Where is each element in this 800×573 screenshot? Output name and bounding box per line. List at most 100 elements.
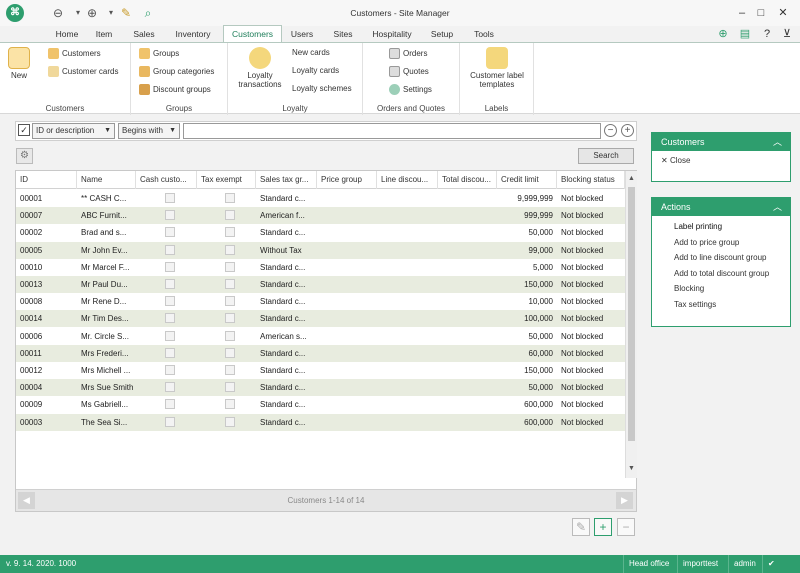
column-header[interactable]: Name (77, 171, 136, 189)
row-checkbox[interactable] (225, 399, 235, 410)
close-action[interactable]: ✕ Close (652, 153, 790, 169)
column-header[interactable]: Blocking status (557, 171, 625, 189)
customers-button[interactable]: Customers (48, 48, 101, 59)
row-checkbox[interactable] (225, 365, 235, 375)
row-checkbox[interactable] (225, 261, 235, 272)
action-add-total-discount-group[interactable]: Add to total discount group (652, 266, 790, 282)
row-checkbox[interactable] (165, 210, 175, 221)
row-checkbox[interactable] (165, 399, 175, 410)
filter-input[interactable] (183, 123, 601, 139)
delete-button[interactable]: − (617, 518, 635, 536)
row-checkbox[interactable] (165, 365, 175, 375)
action-label-printing[interactable]: Label printing (652, 219, 790, 235)
row-checkbox[interactable] (165, 193, 175, 203)
discount-groups-button[interactable]: Discount groups (139, 84, 211, 95)
row-checkbox[interactable] (225, 382, 235, 393)
customer-cards-button[interactable]: Customer cards (48, 66, 118, 77)
row-checkbox[interactable] (165, 416, 175, 427)
row-checkbox[interactable] (165, 244, 175, 255)
orders-button[interactable]: Orders (389, 48, 427, 59)
add-button[interactable]: + (594, 518, 612, 536)
table-row[interactable]: 00007 ABC Furnit... American f... 999,999 No… (16, 207, 625, 225)
maximize-button[interactable]: □ (753, 5, 769, 21)
close-button[interactable]: ✕ (775, 5, 791, 21)
collapse-chevron-icon[interactable]: ︿ (773, 198, 782, 216)
column-header[interactable]: Line discou... (377, 171, 438, 189)
tab-sales[interactable]: Sales (127, 26, 161, 42)
tab-customers[interactable]: Customers (223, 25, 282, 43)
loyalty-schemes-button[interactable]: Loyalty schemes (292, 84, 352, 93)
column-header[interactable]: Sales tax gr... (256, 171, 317, 189)
column-header[interactable]: Tax exempt (197, 171, 256, 189)
column-header[interactable]: ID (16, 171, 77, 189)
pin-icon[interactable]: ⊻ (779, 26, 795, 42)
row-checkbox[interactable] (225, 227, 235, 238)
row-checkbox[interactable] (225, 210, 235, 221)
row-checkbox[interactable] (165, 227, 175, 238)
column-header[interactable]: Price group (317, 171, 377, 189)
table-row[interactable]: 00006 Mr. Circle S... American s... 50,000 N… (16, 328, 625, 345)
row-checkbox[interactable] (225, 193, 235, 203)
edit-button[interactable]: ✎ (572, 518, 590, 536)
tab-home[interactable]: Home (52, 26, 82, 42)
previous-page-icon[interactable]: ◀ (18, 492, 35, 509)
row-checkbox[interactable] (165, 347, 175, 358)
quotes-button[interactable]: Quotes (389, 66, 429, 77)
table-row[interactable]: 00009 Ms Gabriell... Standard c... 600,000 N… (16, 396, 625, 413)
scroll-up-icon[interactable]: ▲ (626, 173, 637, 185)
column-header[interactable]: Total discou... (438, 171, 497, 189)
database-icon[interactable]: ▤ (737, 26, 753, 42)
tab-tools[interactable]: Tools (468, 26, 500, 42)
grid-settings-gear-icon[interactable]: ⚙ (16, 148, 33, 164)
table-row[interactable]: 00008 Mr Rene D... Standard c... 10,000 Not … (16, 293, 625, 310)
tab-inventory[interactable]: Inventory (168, 26, 218, 42)
row-checkbox[interactable] (225, 416, 235, 427)
next-page-icon[interactable]: ▶ (616, 492, 633, 509)
table-row[interactable]: 00010 Mr Marcel F... Standard c... 5,000 Not… (16, 259, 625, 276)
row-checkbox[interactable] (225, 244, 235, 255)
remove-filter-button[interactable]: − (604, 124, 617, 137)
groups-button[interactable]: Groups (139, 48, 179, 59)
loyalty-cards-button[interactable]: Loyalty cards (292, 66, 339, 75)
column-header[interactable]: Credit limit (497, 171, 557, 189)
row-checkbox[interactable] (165, 296, 175, 307)
table-row[interactable]: 00014 Mr Tim Des... Standard c... 100,000 No… (16, 310, 625, 328)
row-checkbox[interactable] (225, 296, 235, 307)
row-checkbox[interactable] (225, 330, 235, 341)
scroll-thumb[interactable] (628, 187, 635, 441)
table-row[interactable]: 00013 Mr Paul Du... Standard c... 150,000 No… (16, 276, 625, 293)
add-circle-icon[interactable]: ⊕ (715, 26, 731, 42)
new-cards-button[interactable]: New cards (292, 48, 330, 57)
tab-setup[interactable]: Setup (426, 26, 458, 42)
tab-hospitality[interactable]: Hospitality (366, 26, 418, 42)
add-filter-button[interactable]: + (621, 124, 634, 137)
customer-label-templates-button[interactable]: Customer label templates (464, 47, 530, 89)
tab-item[interactable]: Item (90, 26, 118, 42)
table-row[interactable]: 00005 Mr John Ev... Without Tax 99,000 Not b… (16, 241, 625, 259)
tab-sites[interactable]: Sites (328, 26, 358, 42)
table-row[interactable]: 00001 ** CASH C... Standard c... 9,999,999 N… (16, 190, 625, 207)
table-row[interactable]: 00004 Mrs Sue Smith Standard c... 50,000 Not… (16, 379, 625, 397)
table-row[interactable]: 00002 Brad and s... Standard c... 50,000 Not… (16, 224, 625, 241)
action-add-line-discount-group[interactable]: Add to line discount group (652, 250, 790, 266)
filter-field-select[interactable]: ID or description ▼ (32, 123, 115, 139)
row-checkbox[interactable] (165, 313, 175, 324)
table-row[interactable]: 00012 Mrs Michell ... Standard c... 150,000… (16, 362, 625, 379)
settings-button[interactable]: Settings (389, 84, 432, 95)
group-categories-button[interactable]: Group categories (139, 66, 214, 77)
table-row[interactable]: 00003 The Sea Si... Standard c... 600,000 No… (16, 413, 625, 431)
action-tax-settings[interactable]: Tax settings (652, 297, 790, 313)
new-customer-button[interactable]: New (4, 47, 34, 80)
help-icon[interactable]: ? (759, 26, 775, 42)
loyalty-transactions-button[interactable]: Loyalty transactions (232, 47, 288, 89)
row-checkbox[interactable] (225, 313, 235, 324)
row-checkbox[interactable] (225, 347, 235, 358)
row-checkbox[interactable] (225, 279, 235, 289)
filter-enabled-checkbox[interactable]: ✓ (18, 124, 30, 136)
action-blocking[interactable]: Blocking (652, 281, 790, 297)
scroll-down-icon[interactable]: ▼ (626, 463, 637, 475)
row-checkbox[interactable] (165, 279, 175, 289)
row-checkbox[interactable] (165, 330, 175, 341)
vertical-scrollbar[interactable]: ▲ ▼ (625, 171, 637, 478)
table-row[interactable]: 00011 Mrs Frederi... Standard c... 60,000 No… (16, 344, 625, 362)
